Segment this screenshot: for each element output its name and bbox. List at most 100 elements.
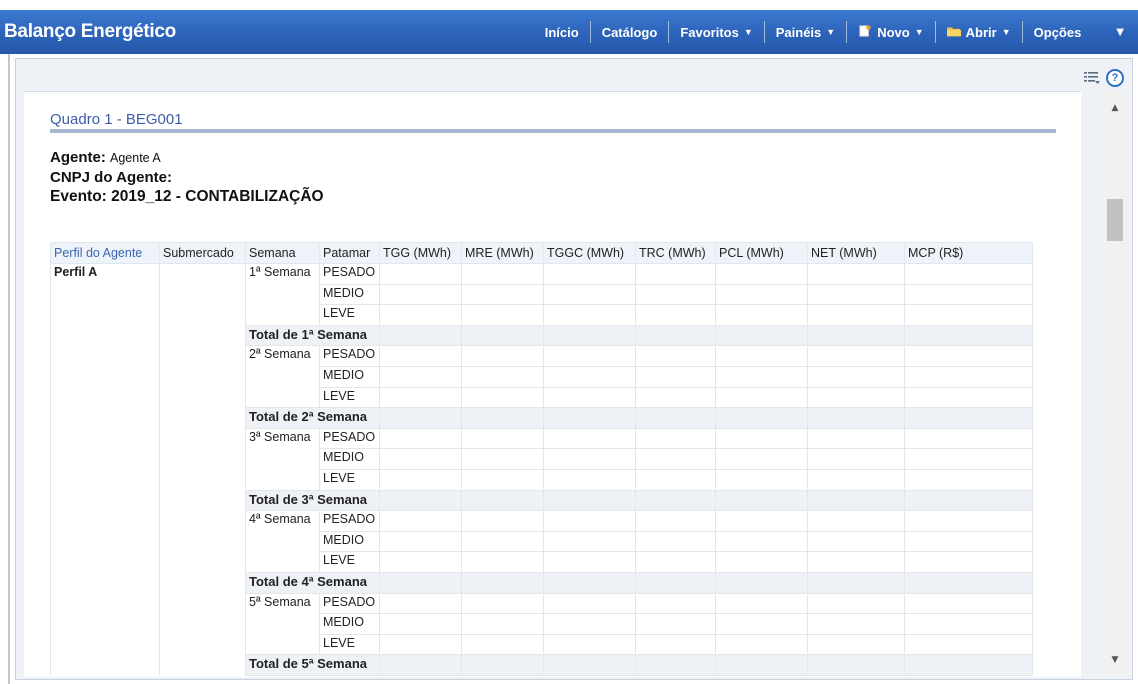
- table-cell: [715, 324, 808, 347]
- table-cell: [715, 427, 808, 450]
- vertical-scrollbar[interactable]: ▲ ▼: [1101, 91, 1129, 677]
- table-cell: [543, 365, 636, 388]
- table-cell: [715, 345, 808, 367]
- table-header-row: Perfil do Agente Submercado Semana Patamar T…: [50, 242, 1033, 264]
- table-cell: [904, 592, 1033, 615]
- table-cell: [543, 324, 636, 347]
- table-cell: [543, 468, 636, 491]
- new-document-icon: [858, 24, 872, 40]
- nav-item-1[interactable]: Catálogo: [589, 21, 669, 43]
- table-cell: [461, 448, 544, 470]
- nav-item-0[interactable]: Início: [534, 21, 590, 43]
- column-header[interactable]: MCP (R$): [904, 242, 1033, 264]
- table-cell: [543, 571, 636, 594]
- nav-item-label: Catálogo: [601, 24, 658, 40]
- table-cell: [461, 489, 544, 512]
- help-icon[interactable]: ?: [1106, 69, 1124, 87]
- table-cell: [543, 407, 636, 429]
- table-cell: [461, 407, 544, 429]
- nav-item-3[interactable]: Painéis ▼: [763, 21, 846, 43]
- column-header[interactable]: Patamar: [319, 242, 380, 264]
- table-cell: [635, 365, 716, 388]
- semana-cell: 4ª Semana: [245, 510, 320, 573]
- table-cell: [807, 510, 905, 532]
- chevron-down-icon: ▼: [1001, 27, 1011, 37]
- table-cell: [715, 386, 808, 409]
- table-cell: [715, 304, 808, 326]
- table-cell: [461, 571, 544, 594]
- column-header[interactable]: TGG (MWh): [379, 242, 462, 264]
- nav-item-label: Novo: [877, 24, 910, 40]
- column-header[interactable]: Submercado: [159, 242, 246, 264]
- table-cell: [379, 592, 462, 615]
- table-cell: [715, 551, 808, 573]
- patamar-cell: MEDIO: [319, 530, 380, 553]
- nav-item-label: Abrir: [965, 24, 997, 40]
- table-cell: [543, 427, 636, 450]
- table-cell: [543, 510, 636, 532]
- patamar-cell: LEVE: [319, 633, 380, 656]
- title-divider: [50, 129, 1056, 133]
- column-header[interactable]: TGGC (MWh): [543, 242, 636, 264]
- table-cell: [904, 530, 1033, 553]
- column-header[interactable]: TRC (MWh): [635, 242, 716, 264]
- table-cell: [904, 263, 1033, 285]
- scroll-thumb[interactable]: [1107, 199, 1123, 241]
- table-cell: [635, 263, 716, 285]
- table-cell: [379, 654, 462, 676]
- list-options-icon[interactable]: [1084, 71, 1100, 85]
- table-cell: [543, 304, 636, 326]
- table-cell: [807, 345, 905, 367]
- scroll-up-arrow-icon[interactable]: ▲: [1101, 97, 1129, 119]
- table-cell: [807, 386, 905, 409]
- table-cell: [543, 489, 636, 512]
- nav-item-label: Favoritos: [680, 24, 739, 40]
- nav-item-label: Painéis: [775, 24, 822, 40]
- nav-item-6[interactable]: Opções: [1021, 21, 1093, 43]
- table-cell: [543, 654, 636, 676]
- table-cell: [461, 427, 544, 450]
- patamar-cell: LEVE: [319, 304, 380, 326]
- week-total-label: Total de 3ª Semana: [245, 489, 380, 512]
- table-cell: [715, 633, 808, 656]
- table-cell: [635, 448, 716, 470]
- semana-cell: 3ª Semana: [245, 427, 320, 491]
- table-cell: [543, 551, 636, 573]
- nav-item-2[interactable]: Favoritos ▼: [668, 21, 763, 43]
- table-cell: [461, 633, 544, 656]
- patamar-cell: PESADO: [319, 263, 380, 285]
- balance-table: Perfil do Agente Submercado Semana Patamar T…: [50, 242, 1033, 676]
- user-menu-chevron-icon[interactable]: ▼: [1092, 27, 1138, 38]
- table-cell: [904, 633, 1033, 656]
- table-cell: [379, 386, 462, 409]
- week-total-label: Total de 4ª Semana: [245, 571, 380, 594]
- week-total-label: Total de 1ª Semana: [245, 324, 380, 347]
- table-cell: [904, 324, 1033, 347]
- table-cell: [904, 365, 1033, 388]
- table-cell: [635, 489, 716, 512]
- table-cell: [543, 613, 636, 635]
- column-header[interactable]: MRE (MWh): [461, 242, 544, 264]
- chevron-down-icon: ▼: [914, 27, 924, 37]
- table-cell: [635, 324, 716, 347]
- column-header[interactable]: NET (MWh): [807, 242, 905, 264]
- table-cell: [904, 283, 1033, 306]
- agente-label: Agente:: [50, 149, 106, 166]
- table-cell: [379, 633, 462, 656]
- scroll-down-arrow-icon[interactable]: ▼: [1101, 649, 1129, 671]
- nav-item-4[interactable]: Novo ▼: [846, 21, 934, 43]
- table-cell: [379, 551, 462, 573]
- table-cell: [807, 633, 905, 656]
- table-cell: [461, 530, 544, 553]
- table-cell: [543, 386, 636, 409]
- table-cell: [904, 551, 1033, 573]
- table-cell: [461, 386, 544, 409]
- semana-cell: 1ª Semana: [245, 263, 320, 326]
- column-header[interactable]: Perfil do Agente: [50, 242, 160, 264]
- table-cell: [543, 283, 636, 306]
- column-header[interactable]: Semana: [245, 242, 320, 264]
- nav-item-5[interactable]: Abrir ▼: [934, 21, 1022, 43]
- cnpj-label: CNPJ do Agente:: [50, 169, 172, 186]
- table-cell: [635, 345, 716, 367]
- column-header[interactable]: PCL (MWh): [715, 242, 808, 264]
